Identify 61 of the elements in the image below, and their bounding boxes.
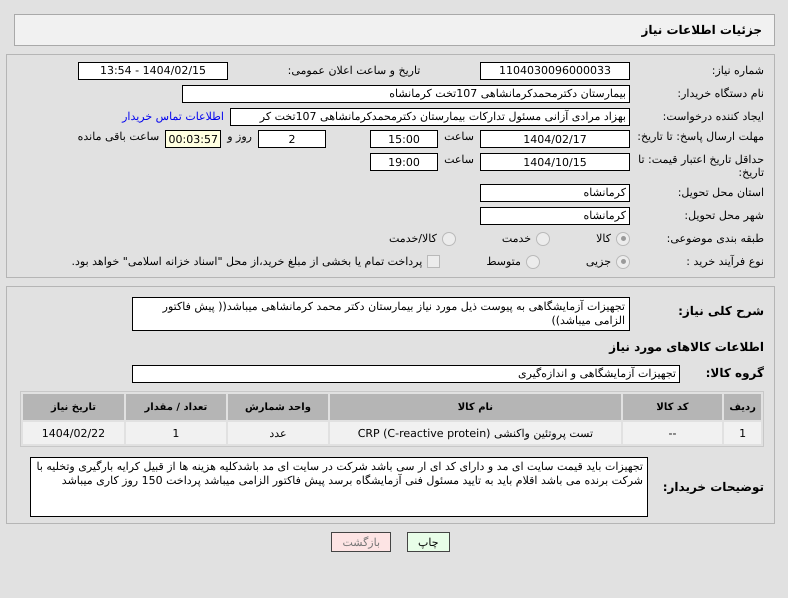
field-label: نوع فرآیند خرید : — [685, 255, 764, 268]
input-field[interactable]: بهزاد مرادی آزانی مسئول تدارکات بیمارستان دکترمحمدکرمانشاهی 107تخت کر — [230, 108, 630, 126]
option-label: کالا/خدمت — [389, 232, 437, 245]
field-label: مهلت ارسال پاسخ: تا تاریخ: — [636, 130, 764, 143]
field-label: تاریخ و ساعت اعلان عمومی: — [286, 64, 422, 77]
field-label: حداقل تاریخ اعتبار قیمت: تا تاریخ: — [637, 153, 764, 179]
description-box[interactable]: تجهیزات آزمایشگاهی به پیوست ذیل مورد نیاز بیمارستان دکتر محمد کرمانشاهی میباشد(( پیش فاکتور الزامی میباشد)) — [132, 297, 630, 331]
input-field[interactable]: کرمانشاه — [480, 184, 630, 202]
input-field[interactable]: 1104030096000033 — [480, 62, 630, 80]
field-label: ایجاد کننده درخواست: — [662, 110, 764, 123]
option-label: کالا — [596, 232, 611, 245]
radio-button[interactable] — [616, 254, 630, 268]
option-label: متوسط — [486, 255, 521, 268]
option-label: خدمت — [502, 232, 532, 245]
radio-button[interactable] — [536, 232, 550, 246]
option-label: پرداخت تمام یا بخشی از مبلغ خرید،از محل "اسناد خزانه اسلامی" خواهد بود. — [72, 255, 422, 268]
page-title: جزئیات اطلاعات نیاز — [641, 23, 762, 37]
column-header: کد کالا — [622, 394, 722, 420]
section-heading: اطلاعات کالاهای مورد نیاز — [609, 340, 764, 354]
table-cell: 1 — [126, 422, 226, 444]
field-label: توضیحات خریدار: — [662, 480, 764, 494]
input-field[interactable]: تجهیزات آزمایشگاهی و اندازه‌گیری — [132, 364, 680, 382]
contact-link[interactable]: اطلاعات تماس خریدار — [122, 110, 224, 123]
option-label: جزیی — [586, 255, 611, 268]
print-button[interactable]: چاپ — [407, 532, 450, 552]
days-label: روز و — [227, 130, 252, 143]
field-label: طبقه بندی موضوعی: — [666, 232, 764, 245]
input-field[interactable]: بیمارستان دکترمحمدکرمانشاهی 107تخت کرمانشاه — [182, 84, 630, 102]
input-field[interactable]: 1404/02/17 — [480, 130, 630, 148]
field-label: گروه کالا: — [704, 367, 764, 380]
table-cell: عدد — [228, 422, 328, 444]
table-cell: 1404/02/22 — [23, 422, 124, 444]
countdown-field: 00:03:57 — [165, 130, 222, 148]
field-label: شرح کلی نیاز: — [677, 303, 764, 318]
column-header: تعداد / مقدار — [126, 394, 226, 420]
remaining-label: ساعت باقی مانده — [78, 130, 160, 143]
input-field[interactable]: 1404/10/15 — [480, 153, 630, 171]
field-label: نام دستگاه خریدار: — [676, 87, 764, 100]
input-field[interactable]: 19:00 — [370, 153, 438, 171]
table-cell: 1 — [724, 422, 761, 444]
checkbox[interactable] — [427, 255, 440, 268]
notes-box[interactable]: تجهیزات باید قیمت سایت ای مد و دارای کد ای ار سی باشد شرکت در سایت ای مد باشدکلیه هزینه ها از قبیل کرایه بارگیری وتخلیه با شرکت برنده می باشد اقلام باید به تایید مسئول فنی آزمایشگاه برسد پیش فاکتور الزامی میباشد پرداخت 150 روز کاری میباشد — [30, 457, 648, 517]
input-field[interactable]: 1404/02/15 - 13:54 — [78, 62, 228, 80]
table-cell: -- — [622, 422, 722, 444]
column-header: نام کالا — [330, 394, 621, 420]
time-label: ساعت — [444, 153, 474, 166]
field-label: استان محل تحویل: — [676, 186, 764, 199]
radio-button[interactable] — [526, 254, 540, 268]
time-label: ساعت — [444, 130, 474, 143]
input-field[interactable]: 15:00 — [370, 130, 438, 148]
field-label: شهر محل تحویل: — [683, 209, 764, 222]
radio-button[interactable] — [616, 232, 630, 246]
column-header: ردیف — [724, 394, 761, 420]
column-header: واحد شمارش — [228, 394, 328, 420]
field-label: شماره نیاز: — [710, 64, 764, 77]
input-field[interactable]: 2 — [258, 130, 326, 148]
back-button[interactable]: بازگشت — [331, 532, 392, 552]
input-field[interactable]: کرمانشاه — [480, 206, 630, 224]
column-header: تاریخ نیاز — [23, 394, 124, 420]
radio-button[interactable] — [442, 232, 456, 246]
table-cell: تست پروتئین واکنشی (CRP (C-reactive protein — [330, 422, 621, 444]
